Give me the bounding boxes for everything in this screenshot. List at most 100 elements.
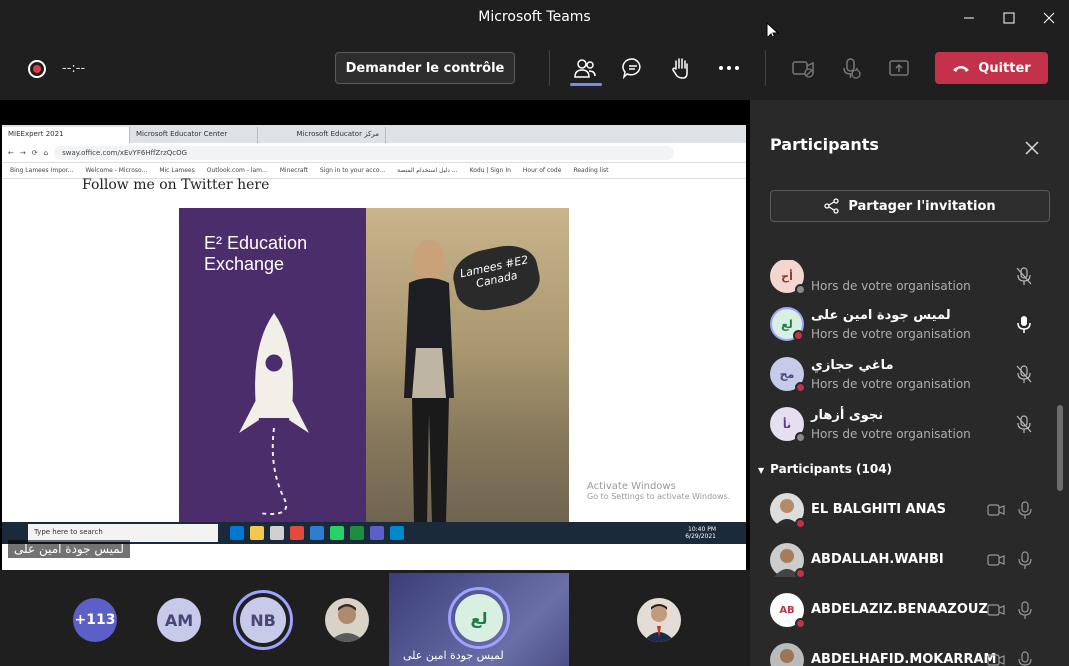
participant-photo-avatar[interactable] <box>637 598 681 642</box>
participants-strip: +113 AM NB لع لميس جودة امين على <box>0 570 750 666</box>
raise-hand-icon <box>672 58 688 79</box>
share-icon <box>824 198 839 214</box>
close-window-button[interactable] <box>1026 0 1069 36</box>
recording-indicator-icon <box>28 60 46 78</box>
list-item[interactable]: مح ماغي حجازي Hors de votre organisation <box>750 350 1055 400</box>
participant-name: ABDALLAH.WAHBI <box>811 552 944 567</box>
toolbar-divider <box>765 50 766 86</box>
taskbar-apps <box>230 526 404 540</box>
avatar-initials: مح <box>779 367 795 381</box>
participant-org: Hors de votre organisation <box>811 327 971 341</box>
browser-tab: Microsoft Educator مركز <box>258 127 386 143</box>
meeting-toolbar: --:-- Demander le contrôle Quitter <box>0 36 1069 100</box>
list-item[interactable]: لع لميس جودة امين على Hors de votre orga… <box>750 300 1055 350</box>
hang-up-icon <box>953 66 970 72</box>
camera-off-icon <box>987 604 1005 616</box>
whatsapp-icon <box>330 526 344 540</box>
bookmark-item: Sign in to your acco... <box>319 167 386 174</box>
participants-list: أح Hors de votre organisation لع لميس جو… <box>750 260 1055 666</box>
mic-off-icon <box>1018 601 1032 619</box>
mic-off-icon <box>843 58 861 79</box>
participant-name: ABDELHAFID.MOKARRAM <box>811 652 997 666</box>
leave-button[interactable]: Quitter <box>935 52 1048 84</box>
participant-org: Hors de votre organisation <box>811 377 971 391</box>
url-field: sway.office.com/xEvYF6HffZrzQcOG <box>54 145 675 160</box>
rocket-illustration-icon <box>239 313 309 515</box>
mic-off-icon <box>1018 501 1032 519</box>
store-icon <box>270 526 284 540</box>
show-participants-button[interactable] <box>570 54 600 82</box>
bookmark-item: Welcome - Microso... <box>85 167 148 174</box>
participant-org: Hors de votre organisation <box>811 427 971 441</box>
presence-status-icon <box>795 284 806 295</box>
forward-icon: → <box>19 148 26 157</box>
participants-section-header[interactable]: ▼ Participants (104) <box>758 462 892 476</box>
window-title: Microsoft Teams <box>478 9 591 25</box>
presence-status-icon <box>793 330 804 341</box>
participants-panel: Participants Partager l'invitation أح Ho… <box>750 100 1069 666</box>
person-photo-icon <box>329 604 365 642</box>
list-item[interactable]: أح Hors de votre organisation <box>750 260 1055 302</box>
participant-avatar[interactable]: AM <box>157 598 201 642</box>
mic-toggle-button[interactable] <box>836 54 866 82</box>
participant-photo-avatar <box>770 493 806 529</box>
mail-icon <box>310 526 324 540</box>
list-item[interactable]: AB ABDELAZIZ.BENAAZOUZ <box>750 586 1055 636</box>
banner-text: E² Education Exchange <box>204 233 366 275</box>
reload-icon: ⟳ <box>31 148 38 157</box>
camera-toggle-button[interactable] <box>788 54 818 82</box>
active-speaker-tile[interactable]: لع لميس جودة امين على <box>389 573 569 666</box>
speaker-avatar: لع <box>448 587 510 649</box>
participant-avatar-speaking[interactable]: NB <box>233 590 293 650</box>
participant-photo-avatar <box>770 643 804 666</box>
list-item[interactable]: ABDALLAH.WAHBI <box>750 536 1055 586</box>
home-icon: ⌂ <box>43 148 49 157</box>
share-tray-icon <box>889 60 909 76</box>
mic-off-icon <box>1018 551 1032 569</box>
mic-muted-icon <box>1016 267 1032 285</box>
list-item[interactable]: ABDELHAFID.MOKARRAM <box>750 636 1055 666</box>
camera-off-icon <box>987 554 1005 566</box>
bookmark-item: دليل استخدام المنصة ... <box>397 167 458 174</box>
browser-tab: Microsoft Educator Center <box>130 127 258 143</box>
close-panel-icon[interactable] <box>1022 138 1042 158</box>
close-icon <box>1043 12 1055 24</box>
request-control-button[interactable]: Demander le contrôle <box>335 52 515 84</box>
avatar-initials: نأ <box>782 417 792 431</box>
share-invite-button[interactable]: Partager l'invitation <box>770 190 1050 222</box>
participant-name: EL BALGHITI ANAS <box>811 502 946 517</box>
event-banner: E² Education Exchange <box>179 208 366 523</box>
banner-logo: E² <box>204 233 222 253</box>
list-item[interactable]: نأ نجوى أزهار Hors de votre organisation <box>750 400 1055 450</box>
list-item[interactable]: EL BALGHITI ANAS <box>750 486 1055 536</box>
maximize-icon <box>1003 12 1015 24</box>
leave-label: Quitter <box>978 60 1031 76</box>
avatar-initials: أح <box>781 269 793 283</box>
panel-scrollbar[interactable] <box>1057 405 1063 491</box>
title-bar: Microsoft Teams <box>0 0 1069 42</box>
app-icon <box>350 526 364 540</box>
share-content-button[interactable] <box>884 54 914 82</box>
participant-avatar: لع <box>770 307 804 341</box>
chat-icon <box>622 58 641 79</box>
more-actions-button[interactable] <box>714 54 744 82</box>
participant-avatar: AB <box>770 593 806 629</box>
section-label: Participants (104) <box>770 462 893 476</box>
bookmark-item: Minecraft <box>279 167 308 174</box>
participant-name: ABDELAZIZ.BENAAZOUZ <box>811 602 988 617</box>
bookmark-item: Reading list <box>573 167 609 174</box>
bookmark-item: Outlook.com - lam... <box>206 167 268 174</box>
presence-status-icon <box>795 518 806 529</box>
toolbar-divider <box>549 50 550 86</box>
more-participants-button[interactable]: +113 <box>73 598 117 642</box>
event-photo: E² Education Exchange Lamees #E2 Canada <box>179 208 569 523</box>
presence-status-icon <box>795 568 806 579</box>
browser-address-bar: ← → ⟳ ⌂ sway.office.com/xEvYF6HffZrzQcOG <box>2 143 746 163</box>
raise-hand-button[interactable] <box>666 54 696 82</box>
show-chat-button[interactable] <box>618 54 648 82</box>
back-icon: ← <box>8 148 14 157</box>
taskbar-clock: 10:40 PM 6/29/2021 <box>685 526 716 540</box>
sway-page: Follow me on Twitter here E² Education E… <box>2 177 746 523</box>
shared-screen-stage: MIEExpert 2021 Microsoft Educator Center… <box>0 100 750 645</box>
participant-photo-avatar[interactable] <box>325 598 369 642</box>
